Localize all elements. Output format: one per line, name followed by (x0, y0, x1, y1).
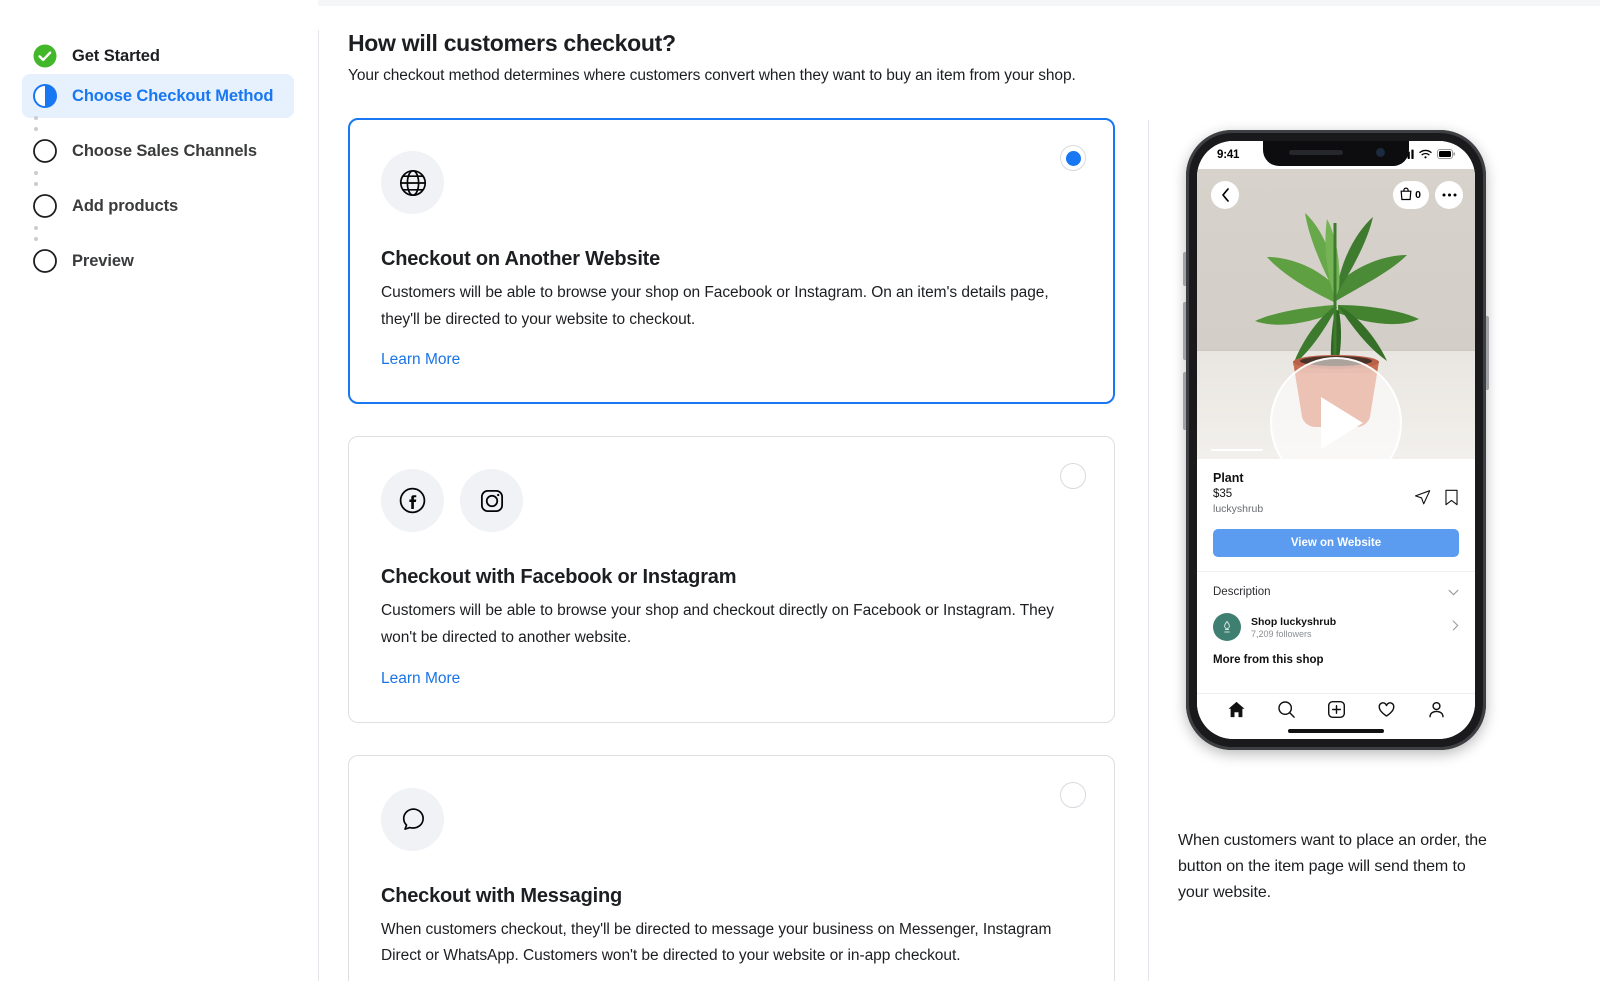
wifi-icon (1419, 146, 1432, 164)
shop-avatar-icon (1213, 613, 1241, 641)
shop-followers: 7,209 followers (1251, 628, 1312, 639)
learn-more-link[interactable]: Learn More (381, 670, 460, 688)
sidebar-item-get-started[interactable]: Get Started (22, 34, 294, 78)
phone-preview-panel: 9:41 0 Plant $35 luckyshrub View on Webs… (1178, 130, 1508, 750)
facebook-icon (381, 469, 444, 533)
phone-power-button (1486, 316, 1489, 390)
sidebar-item-label: Choose Checkout Method (72, 86, 274, 105)
share-paper-plane-icon[interactable] (1414, 489, 1431, 511)
sidebar-item-choose-checkout-method[interactable]: Choose Checkout Method (22, 74, 294, 118)
heart-icon[interactable] (1377, 700, 1396, 724)
profile-icon[interactable] (1427, 700, 1446, 724)
search-icon[interactable] (1277, 700, 1296, 724)
bag-count: 0 (1415, 189, 1421, 201)
cta-label: View on Website (1290, 537, 1382, 549)
plus-square-icon[interactable] (1327, 700, 1346, 724)
sidebar-item-add-products[interactable]: Add products (22, 184, 294, 228)
home-indicator (1288, 729, 1384, 733)
home-icon[interactable] (1227, 700, 1246, 724)
phone-volume-up-button (1183, 302, 1186, 360)
shop-name: Shop luckyshrub (1251, 615, 1337, 628)
product-text-block: Plant $35 luckyshrub (1213, 471, 1263, 515)
app-root: Get Started Choose Checkout Method Choos… (0, 0, 1600, 981)
sidebar-item-label: Get Started (72, 46, 160, 65)
radio-messaging[interactable] (1060, 781, 1086, 808)
status-time: 9:41 (1217, 149, 1240, 161)
card-icon-row (381, 151, 1082, 214)
chevron-down-icon[interactable] (1448, 583, 1459, 601)
product-shop-handle: luckyshrub (1213, 503, 1264, 515)
chevron-left-icon[interactable] (1211, 181, 1239, 209)
half-circle-icon (32, 83, 58, 109)
shop-row[interactable]: Shop luckyshrub 7,209 followers (1197, 601, 1475, 641)
globe-icon (381, 151, 444, 214)
radio-facebook-instagram[interactable] (1060, 463, 1086, 490)
card-description: Customers will be able to browse your sh… (381, 284, 1049, 328)
shopping-bag-icon (1400, 187, 1412, 204)
phone-notch (1263, 141, 1409, 166)
sidebar-item-label: Choose Sales Channels (72, 141, 257, 160)
check-circle-icon (32, 43, 58, 69)
checkout-option-card-messaging[interactable]: Checkout with Messaging When customers c… (348, 754, 1115, 981)
sidebar-item-choose-sales-channels[interactable]: Choose Sales Channels (22, 129, 294, 173)
learn-more-link[interactable]: Learn More (381, 351, 460, 369)
main-header: How will customers checkout? Your checko… (348, 30, 1148, 85)
description-label: Description (1213, 586, 1271, 598)
more-from-this-shop-heading: More from this shop (1213, 654, 1324, 666)
sidebar-divider (318, 30, 319, 981)
description-section[interactable]: Description (1197, 572, 1475, 601)
radio-another-website[interactable] (1060, 145, 1086, 171)
sidebar-item-label: Add products (72, 196, 179, 215)
card-title: Checkout with Facebook or Instagram (381, 566, 737, 589)
card-description: Customers will be able to browse your sh… (381, 602, 1054, 646)
page-title: How will customers checkout? (348, 30, 676, 56)
sidebar-item-preview[interactable]: Preview (22, 239, 294, 283)
ellipsis-icon[interactable] (1435, 181, 1463, 209)
preview-divider (1148, 120, 1149, 981)
shop-text: Shop luckyshrub 7,209 followers (1251, 616, 1336, 639)
empty-circle-icon (32, 193, 58, 219)
product-name: Plant (1213, 471, 1244, 485)
card-icon-row (381, 469, 1082, 533)
card-title: Checkout with Messaging (381, 884, 622, 907)
empty-circle-icon (32, 138, 58, 164)
setup-steps-list: Get Started Choose Checkout Method Choos… (22, 34, 294, 283)
battery-icon (1437, 146, 1455, 164)
checkout-option-card-another-website[interactable]: Checkout on Another Website Customers wi… (348, 118, 1115, 405)
setup-sidebar: Get Started Choose Checkout Method Choos… (0, 0, 319, 981)
card-description: When customers checkout, they'll be dire… (381, 920, 1052, 965)
product-price: $35 (1213, 488, 1233, 500)
page-subtitle: Your checkout method determines where cu… (348, 67, 1076, 84)
message-bubble-icon (381, 787, 444, 851)
empty-circle-icon (32, 248, 58, 274)
card-icon-row (381, 787, 1082, 851)
shopping-bag-button[interactable]: 0 (1393, 181, 1429, 209)
instagram-icon (460, 469, 523, 533)
phone-mockup: 9:41 0 Plant $35 luckyshrub View on Webs… (1183, 130, 1489, 750)
phone-screen: 9:41 0 Plant $35 luckyshrub View on Webs… (1197, 141, 1475, 739)
product-action-icons (1414, 471, 1459, 511)
card-title: Checkout on Another Website (381, 248, 661, 270)
checkout-option-card-facebook-instagram[interactable]: Checkout with Facebook or Instagram Cust… (348, 436, 1115, 723)
phone-volume-down-button (1183, 372, 1186, 430)
image-pager-indicator (1211, 448, 1263, 451)
sidebar-item-label: Preview (72, 251, 134, 270)
bookmark-icon[interactable] (1444, 489, 1459, 511)
preview-caption: When customers want to place an order, t… (1178, 832, 1487, 901)
chevron-right-icon[interactable] (1452, 618, 1459, 636)
play-icon[interactable] (1270, 357, 1402, 489)
checkout-options-list: Checkout on Another Website Customers wi… (348, 118, 1115, 981)
view-on-website-button[interactable]: View on Website (1213, 529, 1459, 557)
